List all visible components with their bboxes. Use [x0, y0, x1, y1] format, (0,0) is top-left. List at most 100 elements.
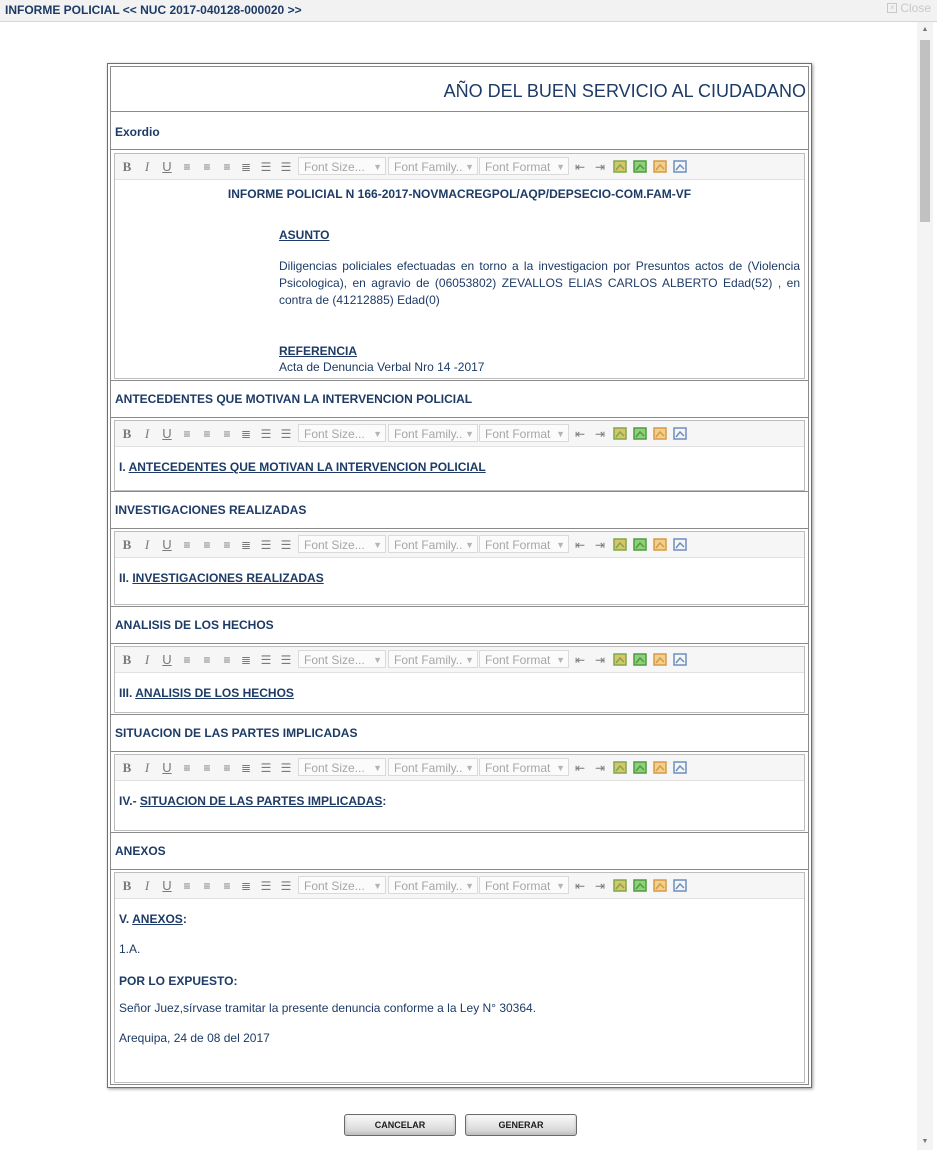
- align-center-icon[interactable]: ≡: [200, 879, 214, 893]
- align-right-icon[interactable]: ≡: [220, 761, 234, 775]
- bold-button[interactable]: B: [120, 879, 134, 893]
- font-family-select[interactable]: Font Family.. ▼: [388, 535, 478, 553]
- underline-button[interactable]: U: [160, 879, 174, 893]
- font-format-select[interactable]: Font Format ▼: [479, 157, 569, 175]
- underline-button[interactable]: U: [160, 761, 174, 775]
- justify-icon[interactable]: ≣: [239, 160, 253, 174]
- outdent-icon[interactable]: ⇤: [573, 160, 587, 174]
- insert-image-icon[interactable]: [613, 652, 628, 667]
- underline-button[interactable]: U: [160, 160, 174, 174]
- italic-button[interactable]: I: [140, 538, 154, 552]
- font-format-select[interactable]: Font Format ▼: [479, 758, 569, 776]
- editor-situacion[interactable]: B I U ≡ ≡ ≡ ≣ ☰ ☰ Font Size... ▼ Font Family.. ▼ Font…: [114, 754, 805, 831]
- font-family-select[interactable]: Font Family.. ▼: [388, 650, 478, 668]
- align-left-icon[interactable]: ≡: [180, 160, 194, 174]
- align-right-icon[interactable]: ≡: [220, 427, 234, 441]
- bullet-list-icon[interactable]: ☰: [279, 761, 293, 775]
- indent-icon[interactable]: ⇥: [593, 761, 607, 775]
- align-left-icon[interactable]: ≡: [180, 761, 194, 775]
- bold-button[interactable]: B: [120, 427, 134, 441]
- scroll-thumb[interactable]: [920, 40, 930, 222]
- align-center-icon[interactable]: ≡: [200, 653, 214, 667]
- align-center-icon[interactable]: ≡: [200, 538, 214, 552]
- bold-button[interactable]: B: [120, 160, 134, 174]
- font-format-select[interactable]: Font Format ▼: [479, 876, 569, 894]
- justify-icon[interactable]: ≣: [239, 427, 253, 441]
- edit-html-icon[interactable]: [673, 878, 688, 893]
- align-right-icon[interactable]: ≡: [220, 653, 234, 667]
- table-icon[interactable]: [633, 537, 648, 552]
- link-icon[interactable]: [653, 652, 668, 667]
- font-family-select[interactable]: Font Family.. ▼: [388, 157, 478, 175]
- insert-image-icon[interactable]: [613, 537, 628, 552]
- outdent-icon[interactable]: ⇤: [573, 427, 587, 441]
- font-family-select[interactable]: Font Family.. ▼: [388, 758, 478, 776]
- align-left-icon[interactable]: ≡: [180, 653, 194, 667]
- underline-button[interactable]: U: [160, 538, 174, 552]
- close-button[interactable]: × Close: [887, 1, 931, 15]
- underline-button[interactable]: U: [160, 427, 174, 441]
- indent-icon[interactable]: ⇥: [593, 160, 607, 174]
- insert-image-icon[interactable]: [613, 159, 628, 174]
- outdent-icon[interactable]: ⇤: [573, 879, 587, 893]
- edit-html-icon[interactable]: [673, 652, 688, 667]
- insert-image-icon[interactable]: [613, 426, 628, 441]
- link-icon[interactable]: [653, 537, 668, 552]
- bullet-list-icon[interactable]: ☰: [279, 879, 293, 893]
- justify-icon[interactable]: ≣: [239, 761, 253, 775]
- insert-image-icon[interactable]: [613, 878, 628, 893]
- edit-html-icon[interactable]: [673, 426, 688, 441]
- indent-icon[interactable]: ⇥: [593, 653, 607, 667]
- underline-button[interactable]: U: [160, 653, 174, 667]
- align-left-icon[interactable]: ≡: [180, 427, 194, 441]
- editor-antecedentes[interactable]: B I U ≡ ≡ ≡ ≣ ☰ ☰ Font Size... ▼ Font Family.. ▼ Font…: [114, 420, 805, 491]
- ordered-list-icon[interactable]: ☰: [259, 653, 273, 667]
- outdent-icon[interactable]: ⇤: [573, 761, 587, 775]
- close-label[interactable]: Close: [900, 1, 931, 15]
- bullet-list-icon[interactable]: ☰: [279, 538, 293, 552]
- cancel-button[interactable]: CANCELAR: [344, 1114, 456, 1136]
- ordered-list-icon[interactable]: ☰: [259, 160, 273, 174]
- justify-icon[interactable]: ≣: [239, 653, 253, 667]
- font-family-select[interactable]: Font Family.. ▼: [388, 424, 478, 442]
- align-left-icon[interactable]: ≡: [180, 538, 194, 552]
- ordered-list-icon[interactable]: ☰: [259, 761, 273, 775]
- editor-investigaciones[interactable]: B I U ≡ ≡ ≡ ≣ ☰ ☰ Font Size... ▼ Font Family.. ▼ Font…: [114, 531, 805, 605]
- generate-button[interactable]: GENERAR: [465, 1114, 577, 1136]
- outdent-icon[interactable]: ⇤: [573, 653, 587, 667]
- ordered-list-icon[interactable]: ☰: [259, 538, 273, 552]
- align-center-icon[interactable]: ≡: [200, 427, 214, 441]
- table-icon[interactable]: [633, 878, 648, 893]
- align-right-icon[interactable]: ≡: [220, 160, 234, 174]
- indent-icon[interactable]: ⇥: [593, 427, 607, 441]
- editor-analisis[interactable]: B I U ≡ ≡ ≡ ≣ ☰ ☰ Font Size... ▼ Font Family.. ▼ Font…: [114, 646, 805, 713]
- scroll-up-arrow-icon[interactable]: ▲: [917, 24, 933, 36]
- font-size-select[interactable]: Font Size... ▼: [298, 876, 386, 894]
- indent-icon[interactable]: ⇥: [593, 879, 607, 893]
- align-right-icon[interactable]: ≡: [220, 879, 234, 893]
- align-left-icon[interactable]: ≡: [180, 879, 194, 893]
- edit-html-icon[interactable]: [673, 159, 688, 174]
- table-icon[interactable]: [633, 159, 648, 174]
- edit-html-icon[interactable]: [673, 760, 688, 775]
- link-icon[interactable]: [653, 426, 668, 441]
- font-family-select[interactable]: Font Family.. ▼: [388, 876, 478, 894]
- edit-html-icon[interactable]: [673, 537, 688, 552]
- italic-button[interactable]: I: [140, 879, 154, 893]
- italic-button[interactable]: I: [140, 427, 154, 441]
- link-icon[interactable]: [653, 878, 668, 893]
- font-size-select[interactable]: Font Size... ▼: [298, 424, 386, 442]
- insert-image-icon[interactable]: [613, 760, 628, 775]
- italic-button[interactable]: I: [140, 160, 154, 174]
- bullet-list-icon[interactable]: ☰: [279, 427, 293, 441]
- editor-exordio[interactable]: B I U ≡ ≡ ≡ ≣ ☰ ☰ Font Size... ▼ Font Family.. ▼ Font…: [114, 153, 805, 379]
- font-format-select[interactable]: Font Format ▼: [479, 424, 569, 442]
- table-icon[interactable]: [633, 426, 648, 441]
- justify-icon[interactable]: ≣: [239, 538, 253, 552]
- bold-button[interactable]: B: [120, 761, 134, 775]
- font-size-select[interactable]: Font Size... ▼: [298, 758, 386, 776]
- link-icon[interactable]: [653, 159, 668, 174]
- italic-button[interactable]: I: [140, 653, 154, 667]
- table-icon[interactable]: [633, 652, 648, 667]
- bullet-list-icon[interactable]: ☰: [279, 653, 293, 667]
